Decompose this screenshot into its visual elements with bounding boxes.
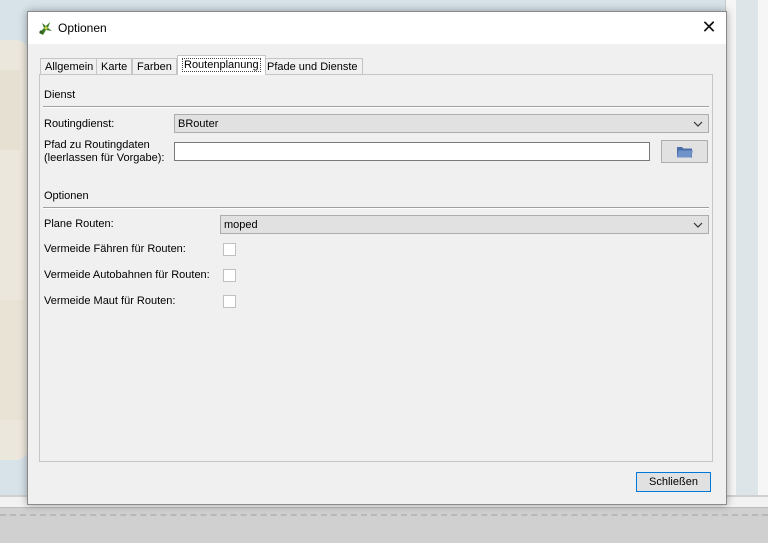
chevron-down-icon bbox=[693, 222, 703, 228]
routing-data-path-input[interactable] bbox=[174, 142, 650, 161]
tab-farben[interactable]: Farben bbox=[132, 58, 177, 75]
avoid-highways-label: Vermeide Autobahnen für Routen: bbox=[44, 269, 210, 281]
avoid-ferries-label: Vermeide Fähren für Routen: bbox=[44, 243, 186, 255]
title-bar: Optionen ✕ bbox=[28, 12, 726, 44]
tab-pfade-und-dienste[interactable]: Pfade und Dienste bbox=[262, 58, 363, 75]
plan-routes-label: Plane Routen: bbox=[44, 218, 114, 230]
close-icon[interactable]: ✕ bbox=[692, 12, 726, 44]
close-button[interactable]: Schließen bbox=[636, 472, 711, 492]
tab-routenplanung[interactable]: Routenplanung bbox=[177, 55, 266, 75]
window-title: Optionen bbox=[58, 21, 107, 35]
plan-routes-select[interactable]: moped bbox=[220, 215, 709, 234]
routing-panel: Dienst Routingdienst: BRouter Pfad zu Ro… bbox=[39, 74, 713, 462]
browse-folder-button[interactable] bbox=[661, 140, 708, 163]
chevron-down-icon bbox=[693, 121, 703, 127]
tab-routenplanung-label: Routenplanung bbox=[182, 58, 261, 72]
folder-icon bbox=[677, 147, 693, 158]
separator bbox=[43, 106, 709, 108]
routing-service-value: BRouter bbox=[178, 118, 219, 130]
options-dialog: Optionen ✕ Allgemein Karte Farben Routen… bbox=[27, 11, 727, 505]
section-title-dienst: Dienst bbox=[44, 89, 76, 101]
background-side-panel bbox=[725, 0, 768, 495]
avoid-tolls-label: Vermeide Maut für Routen: bbox=[44, 295, 176, 307]
avoid-tolls-checkbox[interactable] bbox=[223, 295, 236, 308]
plan-routes-value: moped bbox=[224, 219, 258, 231]
routing-service-label: Routingdienst: bbox=[44, 118, 115, 130]
routing-data-path-label: Pfad zu Routingdaten (leerlassen für Vor… bbox=[44, 139, 165, 164]
routing-service-select[interactable]: BRouter bbox=[174, 114, 709, 133]
tab-karte[interactable]: Karte bbox=[96, 58, 133, 75]
avoid-highways-checkbox[interactable] bbox=[223, 269, 236, 282]
tab-allgemein[interactable]: Allgemein bbox=[40, 58, 99, 75]
app-icon bbox=[39, 22, 52, 35]
separator bbox=[43, 207, 709, 209]
section-title-optionen: Optionen bbox=[44, 190, 89, 202]
avoid-ferries-checkbox[interactable] bbox=[223, 243, 236, 256]
